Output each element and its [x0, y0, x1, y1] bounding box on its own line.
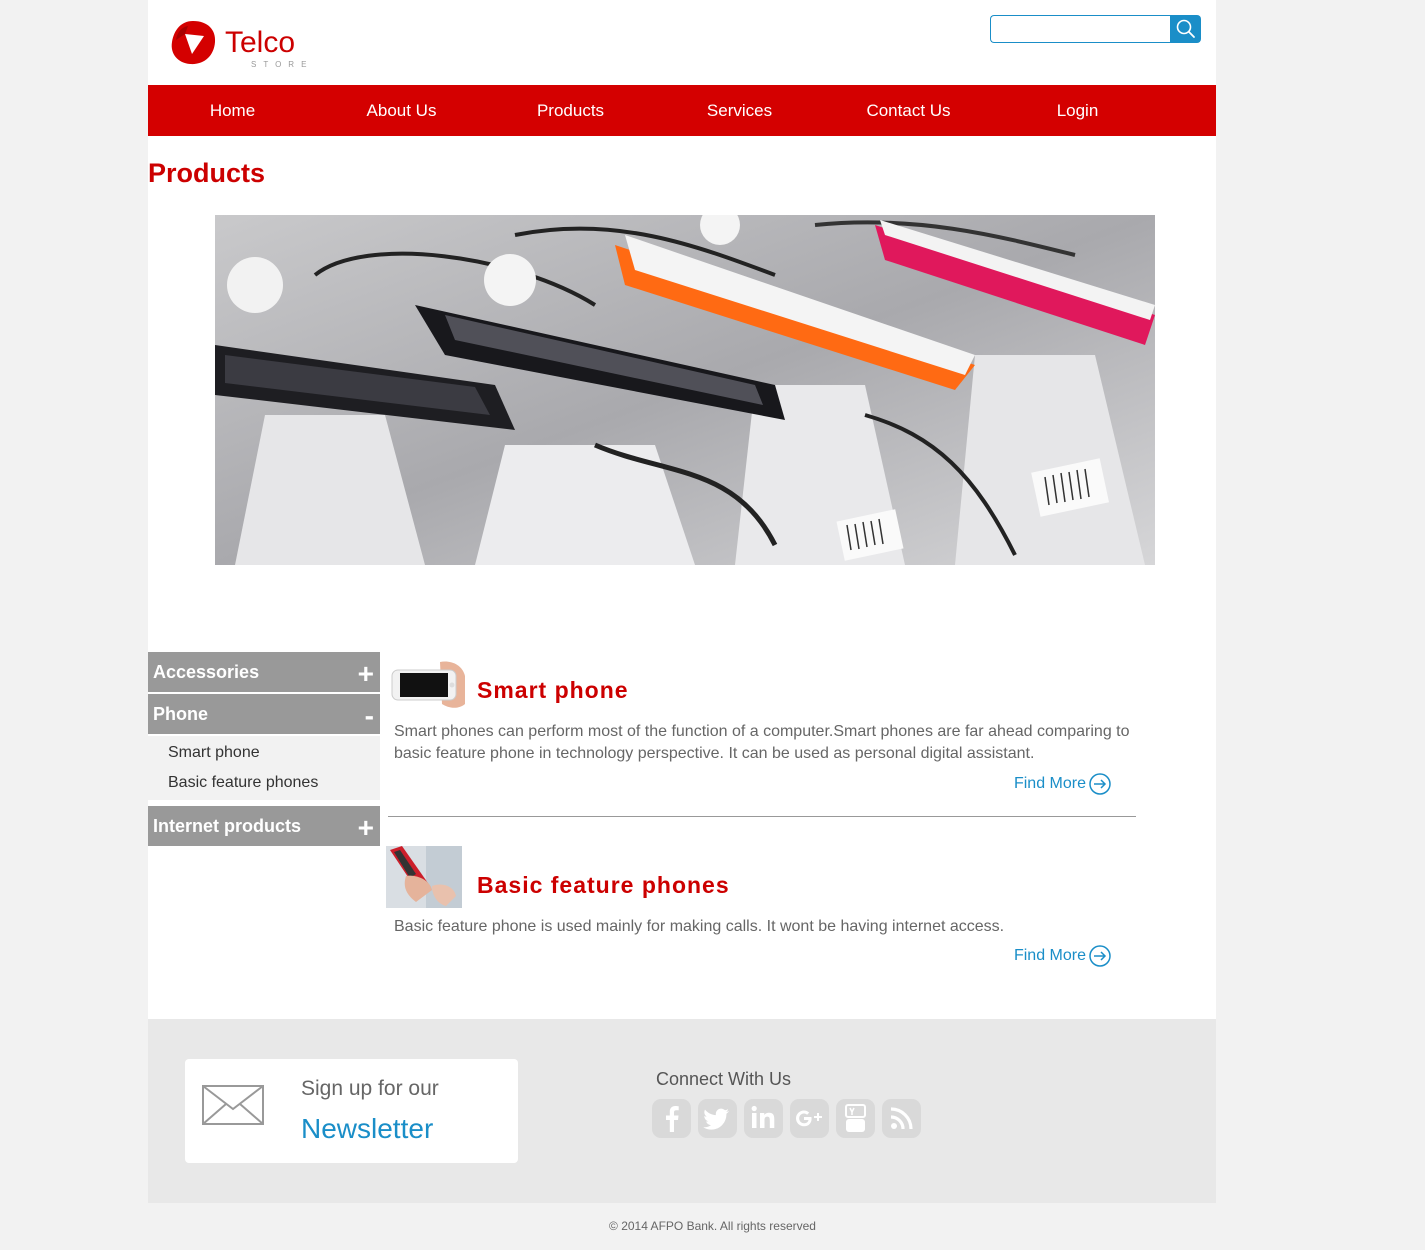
product-description: Basic feature phone is used mainly for m…	[394, 918, 1005, 935]
nav-contact-us[interactable]: Contact Us	[824, 85, 993, 136]
expand-toggle[interactable]: +	[358, 654, 374, 694]
envelope-icon	[202, 1085, 264, 1125]
find-more-link[interactable]: Find More	[1014, 772, 1112, 796]
expand-toggle[interactable]: +	[358, 808, 374, 848]
sidebar-section-phone[interactable]: Phone -	[148, 694, 380, 734]
sidebar-section-label: Accessories	[153, 662, 260, 682]
logo-tagline: STORE	[251, 60, 314, 69]
sidebar-item-basic-feature-phones[interactable]: Basic feature phones	[148, 768, 380, 798]
sidebar-section-label: Internet products	[153, 816, 302, 836]
product-divider	[388, 816, 1136, 817]
sidebar-submenu-phone: Smart phone Basic feature phones	[148, 736, 380, 800]
find-more-link[interactable]: Find More	[1014, 944, 1112, 968]
product-description: Smart phones can perform most of the fun…	[394, 723, 1130, 762]
connect-label: Connect With Us	[656, 1069, 792, 1089]
basic-phone-thumbnail	[386, 846, 462, 908]
nav-products[interactable]: Products	[486, 85, 655, 136]
rss-icon[interactable]	[882, 1099, 921, 1138]
sidebar-section-accessories[interactable]: Accessories +	[148, 652, 380, 692]
arrow-circle-icon	[1089, 945, 1111, 967]
logo-icon	[171, 21, 216, 65]
linkedin-icon[interactable]	[744, 1099, 783, 1138]
find-more-label: Find More	[1013, 775, 1086, 792]
nav-services[interactable]: Services	[655, 85, 824, 136]
sidebar-item-smart-phone[interactable]: Smart phone	[148, 738, 380, 768]
logo-text: Telco	[225, 26, 296, 59]
product-card-smart-phone: Smart phone Smart phones can perform mos…	[388, 658, 1136, 808]
main-nav: Home About Us Products Services Contact …	[148, 85, 1216, 136]
collapse-toggle[interactable]: -	[365, 696, 374, 736]
nav-login[interactable]: Login	[993, 85, 1162, 136]
sidebar: Accessories + Phone - Smart phone Basic …	[148, 652, 380, 848]
copyright: © 2014 AFPO Bank. All rights reserved	[609, 1219, 816, 1233]
find-more-label: Find More	[1013, 947, 1086, 964]
search-input[interactable]	[990, 15, 1175, 43]
search-icon	[1176, 19, 1195, 38]
sidebar-section-label: Phone	[153, 704, 209, 724]
youtube-icon[interactable]	[836, 1099, 875, 1138]
product-card-basic-feature-phones: Basic feature phones Basic feature phone…	[386, 846, 1136, 976]
search-button[interactable]	[1170, 15, 1201, 43]
footer: Sign up for our Newsletter Connect With …	[148, 1019, 1216, 1203]
product-title[interactable]: Smart phone	[477, 677, 629, 704]
newsletter-caption: Sign up for our	[301, 1077, 439, 1100]
page-container: Telco STORE Home About Us Products Servi…	[148, 0, 1216, 1203]
hero-image	[215, 215, 1155, 565]
smart-phone-thumbnail	[390, 660, 466, 712]
nav-home[interactable]: Home	[148, 85, 317, 136]
nav-about-us[interactable]: About Us	[317, 85, 486, 136]
social-links	[652, 1099, 921, 1138]
facebook-icon[interactable]	[652, 1099, 691, 1138]
logo[interactable]: Telco STORE	[168, 16, 306, 72]
product-title[interactable]: Basic feature phones	[477, 872, 730, 899]
newsletter-label: Newsletter	[301, 1113, 434, 1144]
newsletter-signup[interactable]: Sign up for our Newsletter	[185, 1059, 518, 1163]
search-bar	[990, 15, 1201, 43]
arrow-circle-icon	[1089, 773, 1111, 795]
page-title: Products	[148, 158, 266, 188]
sidebar-section-internet-products[interactable]: Internet products +	[148, 806, 380, 846]
twitter-icon[interactable]	[698, 1099, 737, 1138]
google-plus-icon[interactable]	[790, 1099, 829, 1138]
